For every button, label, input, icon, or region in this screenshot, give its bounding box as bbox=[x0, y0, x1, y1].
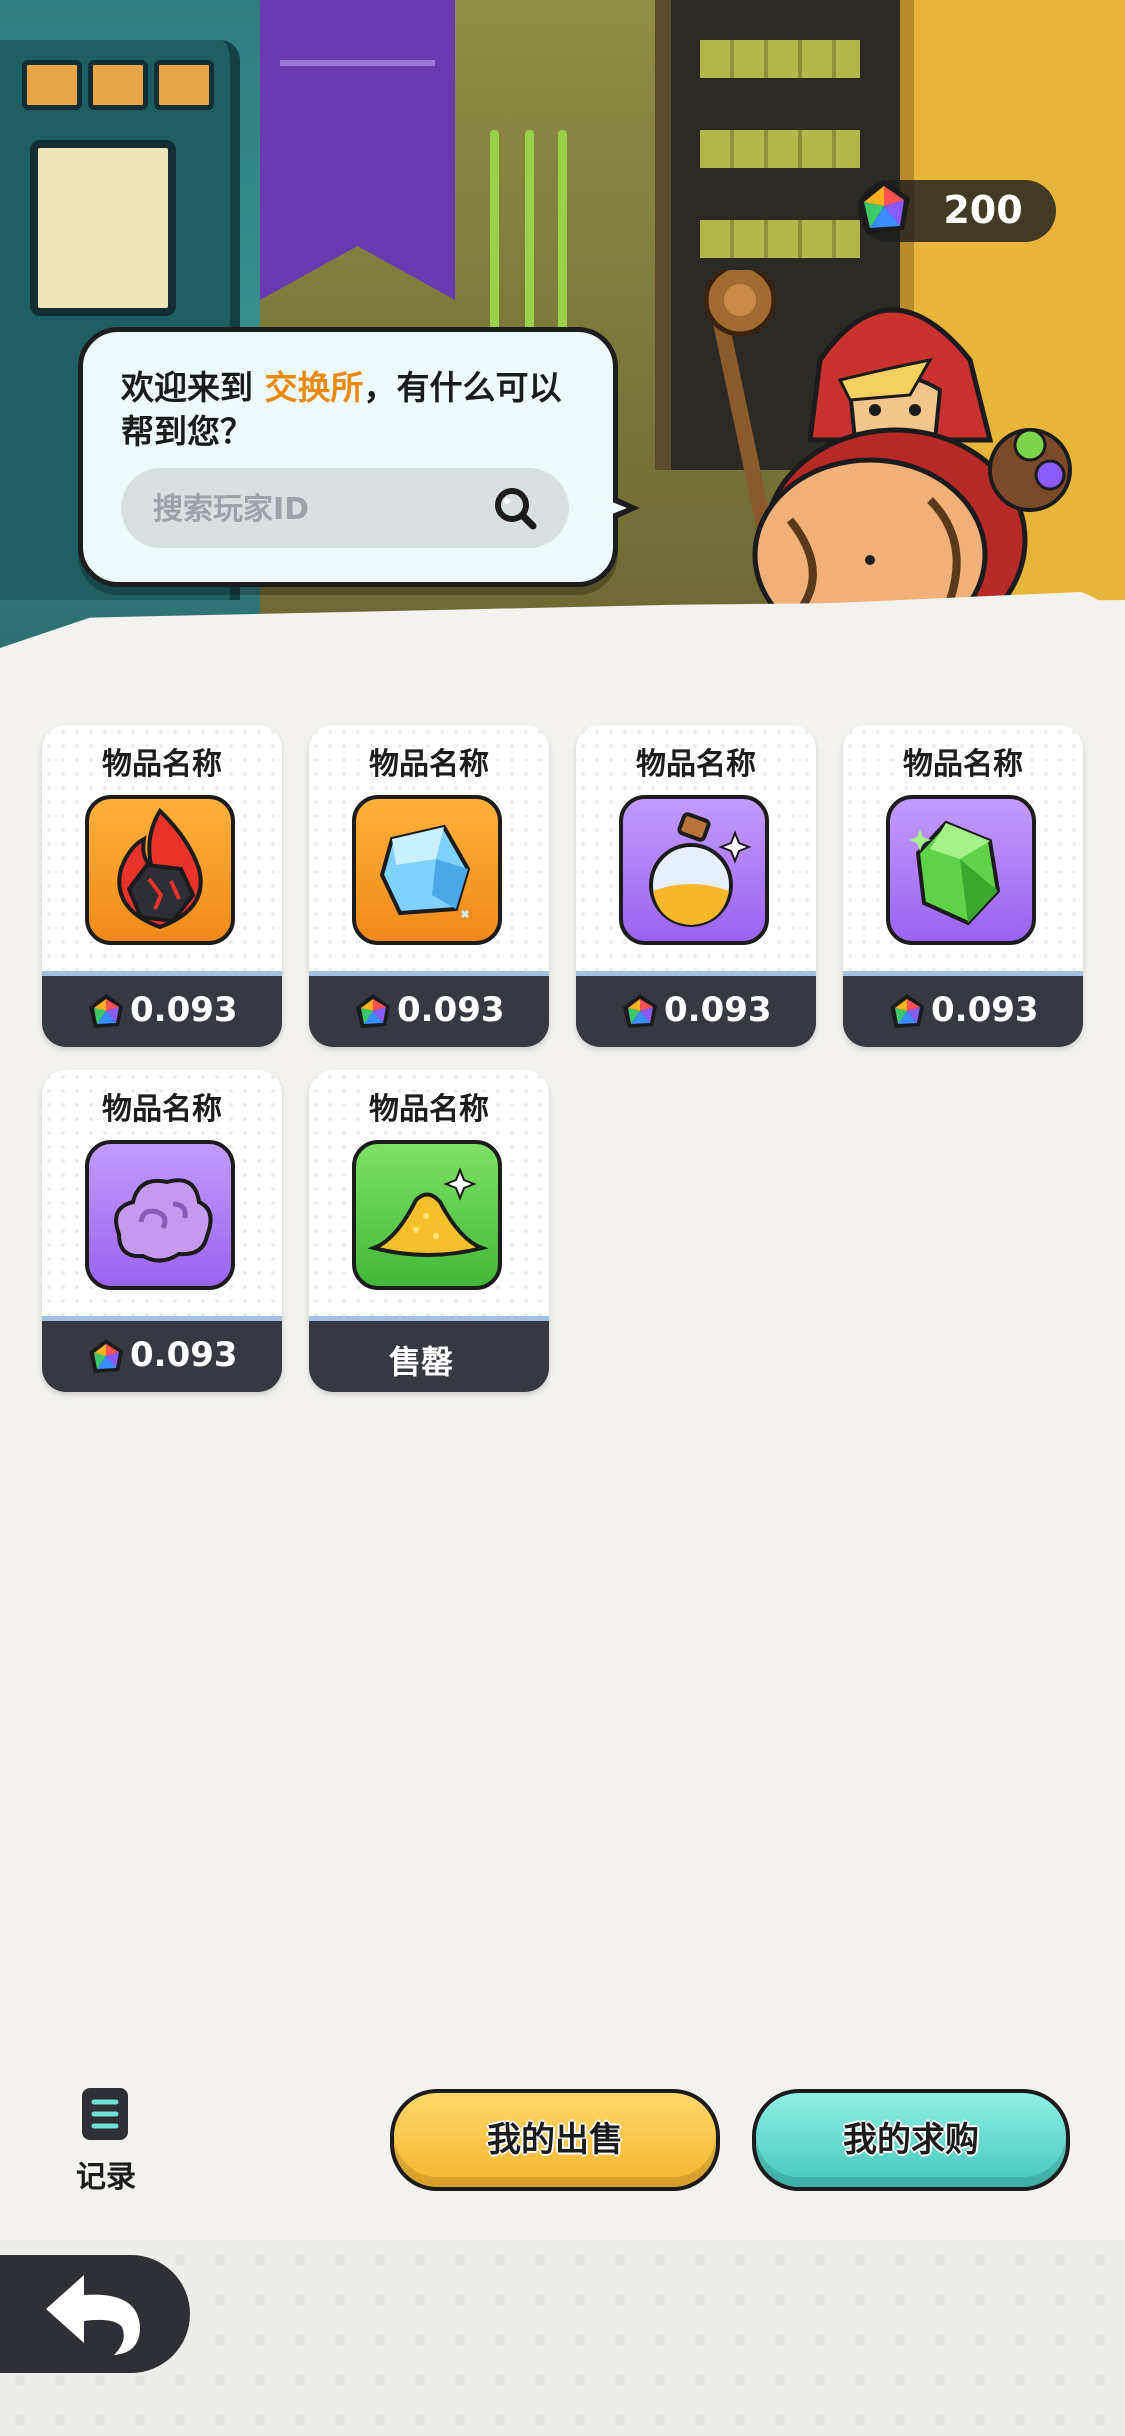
item-icon-frame bbox=[352, 795, 502, 945]
item-card[interactable]: 物品名称 0.093 bbox=[309, 725, 549, 1047]
item-icon-frame bbox=[85, 795, 235, 945]
sold-out-label: 售罄 bbox=[388, 1343, 453, 1381]
item-price: 0.093 bbox=[664, 990, 772, 1030]
bubble-tail-inner bbox=[597, 496, 627, 520]
my-buy-button[interactable]: 我的求购 bbox=[752, 2089, 1070, 2191]
records-button[interactable]: 记录 bbox=[66, 2086, 146, 2196]
rainbow-gem-icon bbox=[890, 994, 924, 1028]
item-name: 物品名称 bbox=[102, 1092, 222, 1127]
item-card[interactable]: 物品名称 0.093 bbox=[42, 725, 282, 1047]
item-price: 0.093 bbox=[397, 990, 505, 1030]
item-icon-frame bbox=[886, 795, 1036, 945]
item-price-bar: 0.093 bbox=[843, 971, 1083, 1047]
shelf-row bbox=[700, 130, 860, 168]
item-price: 0.093 bbox=[130, 1335, 238, 1375]
back-arrow-icon bbox=[46, 2275, 140, 2355]
item-card[interactable]: 物品名称 0.093 bbox=[843, 725, 1083, 1047]
item-name: 物品名称 bbox=[369, 747, 489, 782]
search-input[interactable] bbox=[151, 468, 495, 550]
my-sell-button[interactable]: 我的出售 bbox=[390, 2089, 720, 2191]
heart-decoration bbox=[154, 60, 214, 110]
item-name: 物品名称 bbox=[636, 747, 756, 782]
item-price: 0.093 bbox=[130, 990, 238, 1030]
arcade-screen bbox=[30, 140, 176, 316]
search-bar[interactable] bbox=[121, 468, 569, 550]
item-icon-frame bbox=[619, 795, 769, 945]
currency-amount: 200 bbox=[943, 188, 1023, 232]
green-gem-icon bbox=[909, 820, 1001, 926]
search-icon[interactable] bbox=[493, 486, 537, 530]
rainbow-gem-icon bbox=[356, 994, 390, 1028]
rainbow-gem-icon bbox=[623, 994, 657, 1028]
item-name: 物品名称 bbox=[102, 747, 222, 782]
shelf-row bbox=[700, 220, 860, 258]
item-price: 0.093 bbox=[931, 990, 1039, 1030]
banner-stripe bbox=[280, 60, 435, 66]
item-status-bar: 售罄 bbox=[309, 1316, 549, 1392]
item-card[interactable]: 物品名称 售罄 bbox=[309, 1070, 549, 1392]
records-label: 记录 bbox=[76, 2160, 136, 2195]
heart-decoration bbox=[22, 60, 82, 110]
item-icon-frame bbox=[85, 1140, 235, 1290]
ice-crystal-icon bbox=[379, 824, 471, 919]
greeting-part: 欢迎来到 bbox=[121, 368, 253, 407]
item-card[interactable]: 物品名称 0.093 bbox=[576, 725, 816, 1047]
item-price-bar: 0.093 bbox=[42, 1316, 282, 1392]
back-button[interactable] bbox=[0, 2255, 190, 2373]
item-icon-frame bbox=[352, 1140, 502, 1290]
purple-cloud-icon bbox=[114, 1178, 213, 1263]
item-name: 物品名称 bbox=[369, 1092, 489, 1127]
potion-bottle-icon bbox=[649, 812, 752, 927]
rainbow-gem-icon bbox=[89, 1339, 123, 1373]
greeting-text: 欢迎来到 交换所，有什么可以帮到您？ bbox=[121, 366, 591, 454]
item-price-bar: 0.093 bbox=[42, 971, 282, 1047]
item-price-bar: 0.093 bbox=[309, 971, 549, 1047]
rainbow-gem-icon bbox=[858, 180, 910, 234]
gold-dust-icon bbox=[367, 1167, 489, 1257]
fire-ore-icon bbox=[117, 807, 203, 930]
shelf-row bbox=[700, 40, 860, 78]
rainbow-gem-icon bbox=[89, 994, 123, 1028]
item-name: 物品名称 bbox=[903, 747, 1023, 782]
records-list-icon bbox=[82, 2088, 128, 2140]
purple-banner bbox=[260, 0, 455, 300]
speech-bubble: 欢迎来到 交换所，有什么可以帮到您？ bbox=[78, 327, 618, 587]
item-price-bar: 0.093 bbox=[576, 971, 816, 1047]
currency-display[interactable]: 200 bbox=[858, 180, 1056, 242]
item-card[interactable]: 物品名称 0.093 bbox=[42, 1070, 282, 1392]
heart-decoration bbox=[88, 60, 148, 110]
exchange-name-highlight: 交换所 bbox=[264, 368, 364, 407]
